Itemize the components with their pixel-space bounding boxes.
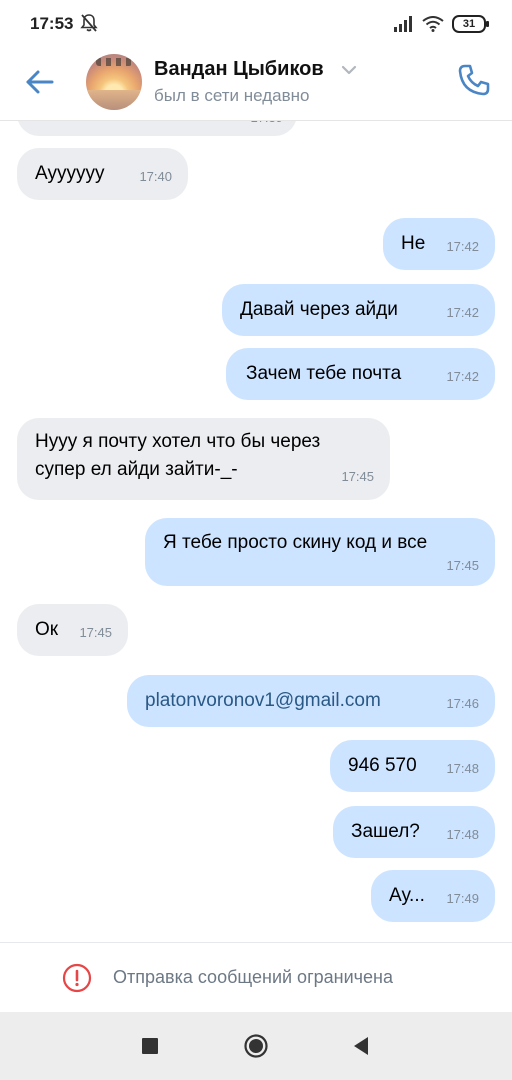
message-bubble-incoming[interactable]: Ауууууу 17:40 xyxy=(17,148,188,200)
message-bubble-outgoing[interactable]: 946 570 17:48 xyxy=(330,740,495,792)
message-time: 17:40 xyxy=(139,169,172,184)
message-bubble-outgoing[interactable]: Я тебе просто скину код и все 17:45 xyxy=(145,518,495,586)
bell-off-icon xyxy=(80,14,98,32)
restriction-text: Отправка сообщений ограничена xyxy=(113,967,393,987)
chevron-down-icon[interactable] xyxy=(341,64,357,76)
square-icon[interactable] xyxy=(136,1032,164,1060)
battery-indicator: 31 xyxy=(452,15,489,33)
email-link[interactable]: platonvoronov1@gmail.com xyxy=(145,687,477,715)
phone-icon[interactable] xyxy=(456,62,492,98)
avatar-horizon xyxy=(86,90,142,110)
system-nav-bar xyxy=(0,1012,512,1080)
arrow-left-icon[interactable] xyxy=(20,62,60,102)
avatar-people xyxy=(96,58,132,66)
signal-icon xyxy=(394,16,412,32)
message-time: 17:42 xyxy=(446,369,479,384)
chat-header: Вандан Цыбиков был в сети недавно xyxy=(0,48,512,120)
message-text: Нууу я почту хотел что бы через супер ел… xyxy=(35,431,321,480)
message-text: Я тебе просто скину код и все xyxy=(163,532,428,553)
message-bubble-partial[interactable]: 17:39 xyxy=(17,120,297,136)
message-bubble-outgoing[interactable]: platonvoronov1@gmail.com 17:46 xyxy=(127,675,495,727)
messaging-restricted-banner: Отправка сообщений ограничена xyxy=(0,942,512,1013)
wifi-icon xyxy=(422,16,444,32)
message-time: 17:45 xyxy=(341,469,374,484)
status-bar: 17:53 31 xyxy=(0,0,512,48)
message-time: 17:45 xyxy=(79,625,112,640)
message-bubble-outgoing[interactable]: Зашел? 17:48 xyxy=(333,806,495,858)
message-bubble-outgoing[interactable]: Не 17:42 xyxy=(383,218,495,270)
message-time: 17:45 xyxy=(446,558,479,573)
message-bubble-outgoing[interactable]: Зачем тебе почта 17:42 xyxy=(226,348,495,400)
message-bubble-incoming[interactable]: Нууу я почту хотел что бы через супер ел… xyxy=(17,418,390,500)
message-time: 17:48 xyxy=(446,827,479,842)
avatar[interactable] xyxy=(86,54,142,110)
message-time: 17:49 xyxy=(446,891,479,906)
contact-status: был в сети недавно xyxy=(154,86,310,105)
message-bubble-incoming[interactable]: Ок 17:45 xyxy=(17,604,128,656)
message-time: 17:46 xyxy=(446,696,479,711)
message-time: 17:42 xyxy=(446,239,479,254)
message-text: Давай через айди xyxy=(240,299,398,320)
message-time: 17:42 xyxy=(446,305,479,320)
circle-icon[interactable] xyxy=(242,1032,270,1060)
message-list[interactable]: 17:39 Ауууууу 17:40 Не 17:42 Давай через… xyxy=(0,120,512,942)
status-indicators: 31 xyxy=(394,14,489,34)
message-time: 17:48 xyxy=(446,761,479,776)
status-time: 17:53 xyxy=(30,14,74,33)
message-text: Зачем тебе почта xyxy=(246,363,402,384)
alert-circle-icon xyxy=(62,963,92,993)
triangle-back-icon[interactable] xyxy=(348,1032,376,1060)
message-bubble-outgoing[interactable]: Ау... 17:49 xyxy=(371,870,495,922)
contact-name[interactable]: Вандан Цыбиков xyxy=(154,58,324,81)
message-time: 17:39 xyxy=(250,120,283,132)
message-bubble-outgoing[interactable]: Давай через айди 17:42 xyxy=(222,284,495,336)
